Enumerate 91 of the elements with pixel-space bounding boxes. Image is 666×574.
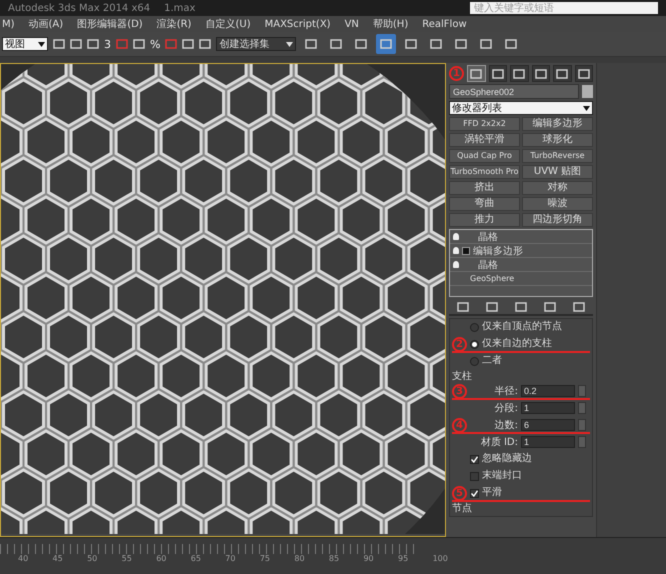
field-label: 半径: — [494, 384, 518, 398]
modifier-button[interactable]: 涡轮平滑 — [449, 133, 520, 147]
menu-item[interactable]: 帮助(H) — [372, 17, 408, 31]
menu-item[interactable]: M) — [2, 18, 15, 30]
radio-button[interactable] — [470, 340, 479, 348]
stack-item[interactable]: 晶格 — [450, 230, 592, 244]
caret-icon — [286, 42, 294, 46]
expand-icon[interactable] — [462, 246, 470, 254]
annotation-circle: 2 — [452, 336, 467, 352]
annotation-circle: 5 — [452, 486, 467, 500]
checkbox[interactable] — [470, 488, 479, 498]
modifier-button[interactable]: 球形化 — [522, 133, 593, 147]
panel-tab[interactable] — [467, 65, 486, 82]
frame-number: 90 — [363, 554, 374, 563]
bulb-icon[interactable] — [453, 261, 459, 268]
number-field[interactable]: 0.2 — [521, 385, 575, 397]
field-label: 边数: — [494, 418, 518, 432]
field-label: 材质 ID: — [480, 436, 518, 449]
menu-item[interactable]: 动画(A) — [28, 17, 64, 31]
radio-button[interactable] — [470, 322, 479, 332]
frame-number: 50 — [87, 554, 98, 563]
modifier-button[interactable]: 噪波 — [522, 197, 593, 211]
frame-number: 40 — [18, 554, 28, 563]
menu-item[interactable]: VN — [344, 18, 359, 30]
frame-number: 80 — [294, 554, 305, 563]
panel-tab[interactable] — [532, 65, 550, 82]
group-title: 支柱 — [452, 371, 473, 383]
frame-number: 60 — [156, 554, 166, 563]
modifier-button[interactable]: 推力 — [449, 213, 520, 227]
modifier-button[interactable]: TurboSmooth Pro — [449, 165, 520, 179]
modifier-button[interactable]: 四边形切角 — [522, 213, 593, 227]
panel-tab[interactable] — [510, 65, 528, 82]
toolbar-button[interactable] — [376, 34, 396, 54]
panel-tab[interactable] — [574, 65, 593, 82]
stack-item[interactable]: GeoSphere — [450, 272, 592, 286]
menu-item[interactable]: RealFlow — [422, 18, 467, 30]
caret-icon — [38, 42, 45, 46]
menu-item[interactable]: 图形编辑器(D) — [77, 17, 143, 31]
panel-tab[interactable] — [553, 65, 572, 82]
menu-item[interactable]: MAXScript(X) — [264, 18, 331, 30]
checkbox-label: 忽略隐藏边 — [482, 453, 532, 465]
radio-label: 仅来自边的支柱 — [482, 338, 552, 350]
window-title: Autodesk 3ds Max 2014 x64 — [8, 2, 150, 14]
file-name: 1.max — [164, 2, 196, 14]
modifier-list-dropdown[interactable]: 修改器列表 — [449, 101, 593, 115]
modifier-button[interactable]: 弯曲 — [449, 197, 520, 211]
frame-number: 100 — [432, 554, 448, 563]
modifier-button[interactable]: 编辑多边形 — [522, 117, 593, 131]
panel-tab[interactable] — [488, 65, 507, 82]
number-field[interactable]: 6 — [521, 419, 575, 431]
modifier-button[interactable]: 对称 — [522, 181, 593, 195]
frame-number: 75 — [260, 554, 270, 563]
field-label: 分段: — [494, 402, 518, 415]
radio-button[interactable] — [470, 356, 479, 366]
frame-number: 95 — [398, 554, 408, 563]
object-name-field[interactable]: GeoSphere002 — [449, 84, 579, 99]
annotation-circle: 3 — [452, 384, 467, 398]
search-field[interactable]: 键入关键字或短语 — [470, 2, 658, 14]
caret-icon — [583, 106, 590, 110]
bulb-icon[interactable] — [453, 233, 459, 240]
radio-label: 二者 — [482, 355, 502, 367]
checkbox-label: 平滑 — [482, 487, 502, 499]
frame-number: 55 — [122, 554, 132, 563]
checkbox[interactable] — [470, 472, 479, 480]
stack-item[interactable]: 编辑多边形 — [450, 244, 592, 258]
selection-set-dropdown[interactable]: 创建选择集 — [216, 37, 296, 51]
number-field[interactable]: 1 — [521, 402, 575, 414]
snap-label: 3 — [104, 38, 111, 50]
snap-label: % — [150, 38, 160, 50]
checkbox-label: 末端封口 — [482, 470, 522, 482]
frame-number: 65 — [190, 554, 201, 563]
bulb-icon[interactable] — [453, 247, 459, 254]
modifier-button[interactable]: UVW 贴图 — [522, 165, 593, 179]
menu-item[interactable]: 自定义(U) — [205, 17, 251, 31]
modifier-button[interactable]: Quad Cap Pro — [449, 149, 520, 163]
frame-number: 85 — [328, 554, 340, 563]
modifier-button[interactable]: FFD 2x2x2 — [449, 117, 520, 131]
group-title: 节点 — [452, 503, 473, 515]
stack-item[interactable]: 晶格 — [450, 258, 592, 272]
color-swatch[interactable] — [582, 85, 593, 98]
checkbox[interactable] — [470, 454, 479, 464]
modifier-button[interactable]: 挤出 — [449, 181, 520, 195]
menu-item[interactable]: 渲染(R) — [156, 17, 192, 31]
modifier-button[interactable]: TurboReverse — [522, 149, 593, 163]
view-dropdown[interactable]: 视图 — [2, 37, 48, 51]
number-field[interactable]: 1 — [521, 436, 575, 448]
annotation-circle: 1 — [449, 66, 464, 81]
frame-number: 45 — [52, 554, 63, 563]
annotation-circle: 4 — [452, 418, 467, 432]
frame-number: 70 — [225, 554, 236, 563]
radio-label: 仅来自顶点的节点 — [482, 321, 562, 333]
